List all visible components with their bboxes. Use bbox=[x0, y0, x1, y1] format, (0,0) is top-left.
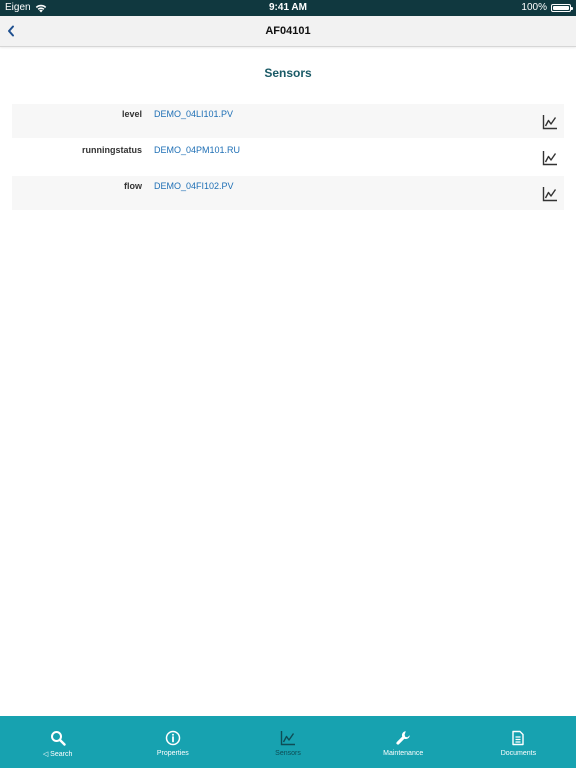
tab-search-prefix: ◁ bbox=[42, 751, 49, 758]
tab-documents[interactable]: Documents bbox=[461, 716, 576, 768]
battery-icon bbox=[551, 4, 573, 12]
sensor-label: level bbox=[121, 109, 142, 119]
tab-bar: ◁ Search Properties Sensors Maintenance bbox=[0, 716, 576, 768]
battery-percent: 100% bbox=[521, 2, 547, 13]
battery-group: 100% bbox=[521, 0, 573, 16]
page-title: AF04101 bbox=[265, 25, 311, 37]
tab-maintenance[interactable]: Maintenance bbox=[346, 716, 461, 768]
sensors-screen: Eigen 9:41 AM 100% AF04101 Sensors level… bbox=[0, 0, 576, 768]
tab-sensors[interactable]: Sensors bbox=[230, 716, 345, 768]
search-icon bbox=[50, 731, 66, 746]
line-chart-icon[interactable] bbox=[542, 150, 558, 166]
tab-properties[interactable]: Properties bbox=[115, 716, 230, 768]
document-icon bbox=[512, 730, 525, 746]
tab-properties-label: Properties bbox=[156, 750, 189, 757]
status-bar: Eigen 9:41 AM 100% bbox=[0, 0, 576, 16]
sensor-label: flow bbox=[124, 181, 142, 191]
sensor-tag-link[interactable]: DEMO_04PM101.RU bbox=[154, 145, 240, 155]
status-time: 9:41 AM bbox=[269, 2, 307, 13]
tab-maintenance-label: Maintenance bbox=[383, 750, 424, 757]
sensor-tag-link[interactable]: DEMO_04FI102.PV bbox=[154, 181, 234, 191]
sensor-row-runningstatus: runningstatus DEMO_04PM101.RU bbox=[12, 140, 564, 174]
line-chart-icon bbox=[280, 731, 295, 746]
info-icon bbox=[165, 730, 181, 746]
tab-sensors-label: Sensors bbox=[275, 750, 301, 757]
wrench-icon bbox=[396, 731, 411, 745]
navigation-bar: AF04101 bbox=[0, 16, 576, 47]
tab-documents-label: Documents bbox=[500, 750, 537, 757]
sensor-label: runningstatus bbox=[82, 145, 142, 155]
section-title: Sensors bbox=[264, 66, 312, 80]
tab-search[interactable]: ◁ Search bbox=[0, 716, 115, 768]
line-chart-icon[interactable] bbox=[542, 186, 558, 202]
tab-search-label: Search bbox=[50, 751, 73, 758]
tab-label: ◁ Search bbox=[43, 750, 73, 758]
sensor-row-level: level DEMO_04LI101.PV bbox=[12, 104, 564, 138]
sensor-list: level DEMO_04LI101.PV runningstatus DEMO… bbox=[12, 104, 564, 212]
sensor-tag-link[interactable]: DEMO_04LI101.PV bbox=[154, 109, 233, 119]
sensor-row-flow: flow DEMO_04FI102.PV bbox=[12, 176, 564, 210]
line-chart-icon[interactable] bbox=[542, 114, 558, 130]
